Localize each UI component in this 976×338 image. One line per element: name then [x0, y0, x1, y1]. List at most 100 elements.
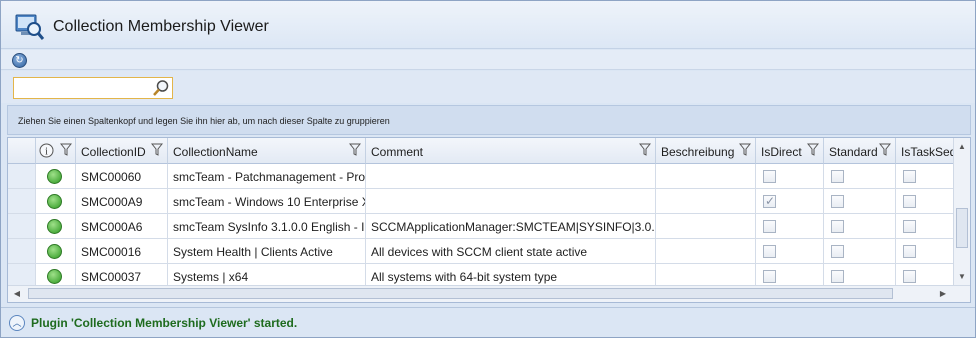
istasksequence-checkbox-cell[interactable]: [896, 189, 954, 214]
comment-cell[interactable]: [366, 164, 656, 189]
beschreibung-cell[interactable]: [656, 214, 756, 239]
column-header-label: IsDirect: [761, 145, 802, 159]
refresh-icon[interactable]: ↻: [12, 53, 27, 68]
status-ok-icon: [47, 244, 62, 259]
horizontal-scrollbar[interactable]: ◀ ▶: [8, 285, 970, 302]
column-header-standard[interactable]: Standard: [824, 138, 896, 164]
horizontal-scroll-thumb[interactable]: [28, 288, 893, 299]
istasksequence-checkbox-cell[interactable]: [896, 214, 954, 239]
istasksequence-checkbox[interactable]: [903, 170, 916, 183]
column-header-label: CollectionName: [173, 145, 258, 159]
isdirect-checkbox-cell[interactable]: [756, 189, 824, 214]
filter-icon[interactable]: [349, 143, 361, 157]
collapse-up-icon[interactable]: ︿: [9, 315, 25, 331]
isdirect-checkbox-cell[interactable]: [756, 239, 824, 264]
istasksequence-checkbox[interactable]: [903, 245, 916, 258]
isdirect-checkbox[interactable]: [763, 194, 776, 208]
standard-checkbox[interactable]: [831, 245, 844, 258]
standard-checkbox[interactable]: [831, 170, 844, 183]
collectionid-cell-text: SMC00060: [81, 170, 142, 184]
scroll-left-icon[interactable]: ◀: [12, 289, 22, 299]
status-cell[interactable]: [36, 239, 76, 264]
beschreibung-cell[interactable]: [656, 189, 756, 214]
collectionname-cell-text: smcTeam SysInfo 3.1.0.0 English - IN: [173, 220, 366, 234]
standard-checkbox[interactable]: [831, 195, 844, 208]
standard-checkbox-cell[interactable]: [824, 239, 896, 264]
status-cell[interactable]: [36, 214, 76, 239]
standard-checkbox[interactable]: [831, 220, 844, 233]
filter-icon[interactable]: [639, 143, 651, 157]
table-row[interactable]: SMC000A6 smcTeam SysInfo 3.1.0.0 English …: [8, 214, 954, 239]
scroll-up-icon[interactable]: ▲: [957, 142, 967, 152]
isdirect-checkbox[interactable]: [763, 270, 776, 283]
column-header-collectionname[interactable]: CollectionName: [168, 138, 366, 164]
status-message: Plugin 'Collection Membership Viewer' st…: [31, 316, 298, 330]
column-header-status[interactable]: i: [36, 138, 76, 164]
isdirect-checkbox[interactable]: [763, 170, 776, 183]
vertical-scrollbar[interactable]: ▲ ▼: [953, 138, 970, 286]
collectionname-cell[interactable]: smcTeam - Patchmanagement - Prod: [168, 164, 366, 189]
filter-icon[interactable]: [807, 143, 819, 157]
collectionname-cell[interactable]: System Health | Clients Active: [168, 239, 366, 264]
collectionname-cell[interactable]: smcTeam - Windows 10 Enterprise X: [168, 189, 366, 214]
table-row[interactable]: SMC000A9 smcTeam - Windows 10 Enterprise …: [8, 189, 954, 214]
istasksequence-checkbox[interactable]: [903, 195, 916, 208]
collectionname-cell-text: Systems | x64: [173, 270, 249, 284]
standard-checkbox[interactable]: [831, 270, 844, 283]
status-cell[interactable]: [36, 189, 76, 214]
standard-checkbox-cell[interactable]: [824, 189, 896, 214]
search-icon[interactable]: [152, 79, 170, 97]
isdirect-checkbox[interactable]: [763, 245, 776, 258]
column-header-comment[interactable]: Comment: [366, 138, 656, 164]
istasksequence-checkbox-cell[interactable]: [896, 239, 954, 264]
comment-cell[interactable]: [366, 189, 656, 214]
row-indicator[interactable]: [8, 189, 36, 214]
istasksequence-checkbox[interactable]: [903, 270, 916, 283]
collectionname-cell[interactable]: smcTeam SysInfo 3.1.0.0 English - IN: [168, 214, 366, 239]
istasksequence-checkbox-cell[interactable]: [896, 164, 954, 189]
search-input[interactable]: [16, 80, 150, 96]
collectionid-cell-text: SMC000A9: [81, 195, 143, 209]
status-ok-icon: [47, 219, 62, 234]
filter-icon[interactable]: [739, 143, 751, 157]
group-by-panel[interactable]: Ziehen Sie einen Spaltenkopf und legen S…: [7, 105, 971, 135]
collectionid-cell[interactable]: SMC000A9: [76, 189, 168, 214]
istasksequence-checkbox[interactable]: [903, 220, 916, 233]
filter-icon[interactable]: [60, 143, 72, 157]
status-cell[interactable]: [36, 164, 76, 189]
isdirect-checkbox[interactable]: [763, 220, 776, 233]
search-box[interactable]: [13, 77, 173, 99]
beschreibung-cell[interactable]: [656, 239, 756, 264]
collectionid-cell[interactable]: SMC00060: [76, 164, 168, 189]
column-header-label: CollectionID: [81, 145, 146, 159]
status-ok-icon: [47, 269, 62, 284]
scroll-right-icon[interactable]: ▶: [938, 289, 948, 299]
vertical-scroll-thumb[interactable]: [956, 208, 968, 248]
collectionid-cell-text: SMC000A6: [81, 220, 143, 234]
filter-icon[interactable]: [879, 143, 891, 157]
filter-icon[interactable]: [151, 143, 163, 157]
comment-cell[interactable]: SCCMApplicationManager:SMCTEAM|SYSINFO|3…: [366, 214, 656, 239]
table-row[interactable]: SMC00060 smcTeam - Patchmanagement - Prod: [8, 164, 954, 189]
row-indicator[interactable]: [8, 164, 36, 189]
isdirect-checkbox-cell[interactable]: [756, 164, 824, 189]
scroll-down-icon[interactable]: ▼: [957, 272, 967, 282]
beschreibung-cell[interactable]: [656, 164, 756, 189]
isdirect-checkbox-cell[interactable]: [756, 214, 824, 239]
toolbar: ↻: [1, 50, 975, 70]
standard-checkbox-cell[interactable]: [824, 164, 896, 189]
column-header-label: Beschreibung: [661, 145, 735, 159]
row-indicator[interactable]: [8, 214, 36, 239]
column-header-label: Standard: [829, 145, 878, 159]
column-header-beschreibung[interactable]: Beschreibung: [656, 138, 756, 164]
standard-checkbox-cell[interactable]: [824, 214, 896, 239]
table-row[interactable]: SMC00016 System Health | Clients Active Al…: [8, 239, 954, 264]
collectionid-cell[interactable]: SMC000A6: [76, 214, 168, 239]
column-header-istasksequence[interactable]: IsTaskSequ: [896, 138, 963, 164]
collectionid-cell[interactable]: SMC00016: [76, 239, 168, 264]
column-header-isdirect[interactable]: IsDirect: [756, 138, 824, 164]
column-header-collectionid[interactable]: CollectionID: [76, 138, 168, 164]
comment-cell[interactable]: All devices with SCCM client state activ…: [366, 239, 656, 264]
row-indicator[interactable]: [8, 239, 36, 264]
info-icon: i: [39, 143, 54, 158]
